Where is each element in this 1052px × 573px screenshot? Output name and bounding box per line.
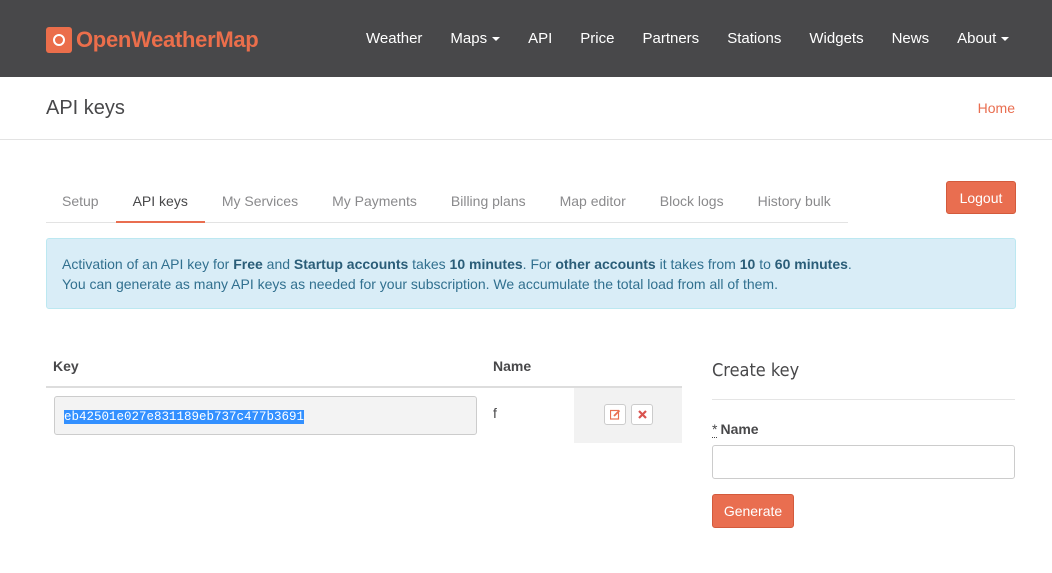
nav-item-label: Maps <box>450 30 488 47</box>
alert-emphasis: other accounts <box>555 256 656 272</box>
nav-item-label: News <box>891 30 930 47</box>
alert-text: Activation of an API key for <box>62 256 234 272</box>
tab-block-logs[interactable]: Block logs <box>643 182 741 223</box>
api-key-name: f <box>493 405 497 421</box>
required-marker: * <box>712 421 718 438</box>
tab-api-keys[interactable]: API keys <box>115 182 205 223</box>
nav-item-widgets[interactable]: Widgets <box>795 30 877 47</box>
logo[interactable]: OpenWeatherMap <box>46 26 259 54</box>
nav-item-weather[interactable]: Weather <box>352 30 436 47</box>
nav-item-label: Price <box>580 30 615 47</box>
key-actions-cell <box>574 388 682 443</box>
activation-info-alert: Activation of an API key for Free and St… <box>46 238 1016 309</box>
tab-map-editor[interactable]: Map editor <box>543 182 643 223</box>
alert-text: . For <box>522 256 556 272</box>
edit-key-button[interactable] <box>604 404 626 425</box>
nav-item-news[interactable]: News <box>878 30 944 47</box>
nav-item-label: About <box>957 30 997 47</box>
alert-line-2: You can generate as many API keys as nee… <box>62 276 778 292</box>
tab-setup[interactable]: Setup <box>46 182 116 223</box>
alert-emphasis: 10 <box>739 256 756 272</box>
nav-item-stations[interactable]: Stations <box>713 30 795 47</box>
alert-text: . <box>847 256 852 272</box>
nav-item-price[interactable]: Price <box>566 30 628 47</box>
top-navbar: OpenWeatherMap Weather Maps API Price Partne… <box>0 0 1052 77</box>
alert-emphasis: 10 minutes <box>449 256 523 272</box>
name-field-label: * Name <box>712 421 759 438</box>
main-nav: Weather Maps API Price Partners Stations Widge… <box>352 0 1023 77</box>
nav-item-api[interactable]: API <box>514 30 566 47</box>
logout-button[interactable]: Logout <box>946 181 1016 214</box>
page-header: API keys Home <box>0 77 1052 140</box>
create-key-divider <box>712 399 1015 400</box>
nav-item-partners[interactable]: Partners <box>628 30 713 47</box>
nav-item-label: Widgets <box>809 30 864 47</box>
alert-emphasis: Startup accounts <box>293 256 409 272</box>
nav-item-maps[interactable]: Maps <box>436 30 514 47</box>
alert-line-1: Activation of an API key for Free and St… <box>62 254 1000 274</box>
breadcrumb-home-link[interactable]: Home <box>978 100 1015 116</box>
page-title: API keys <box>46 97 125 119</box>
close-icon <box>638 410 647 419</box>
api-key-value[interactable]: eb42501e027e831189eb737c477b3691 <box>64 410 305 424</box>
nav-item-label: Partners <box>642 30 700 47</box>
caret-down-icon <box>1001 37 1010 42</box>
edit-icon <box>610 409 621 420</box>
tab-my-payments[interactable]: My Payments <box>315 182 434 223</box>
alert-text: to <box>755 256 775 272</box>
tab-history-bulk[interactable]: History bulk <box>741 182 848 223</box>
create-key-title: Create key <box>712 360 800 381</box>
tab-my-services[interactable]: My Services <box>205 182 315 223</box>
logo-text: OpenWeatherMap <box>76 27 259 52</box>
alert-text: and <box>262 256 294 272</box>
column-header-name: Name <box>493 358 532 374</box>
generate-key-button[interactable]: Generate <box>712 494 794 528</box>
delete-key-button[interactable] <box>631 404 653 425</box>
alert-text: it takes from <box>655 256 740 272</box>
nav-item-about[interactable]: About <box>943 30 1023 47</box>
nav-item-label: Stations <box>727 30 782 47</box>
account-tabs: Setup API keys My Services My Payments Billi… <box>46 182 848 223</box>
column-header-key: Key <box>53 358 79 374</box>
api-key-field[interactable]: eb42501e027e831189eb737c477b3691 <box>54 396 477 435</box>
tab-billing-plans[interactable]: Billing plans <box>434 182 543 223</box>
key-name-input[interactable] <box>712 445 1015 479</box>
name-label-text: Name <box>720 421 759 437</box>
nav-item-label: API <box>528 30 553 47</box>
nav-item-label: Weather <box>366 30 423 47</box>
alert-emphasis: 60 minutes <box>774 256 848 272</box>
alert-emphasis: Free <box>233 256 263 272</box>
sun-logo-icon <box>46 27 72 53</box>
alert-text: takes <box>408 256 450 272</box>
caret-down-icon <box>492 37 501 42</box>
